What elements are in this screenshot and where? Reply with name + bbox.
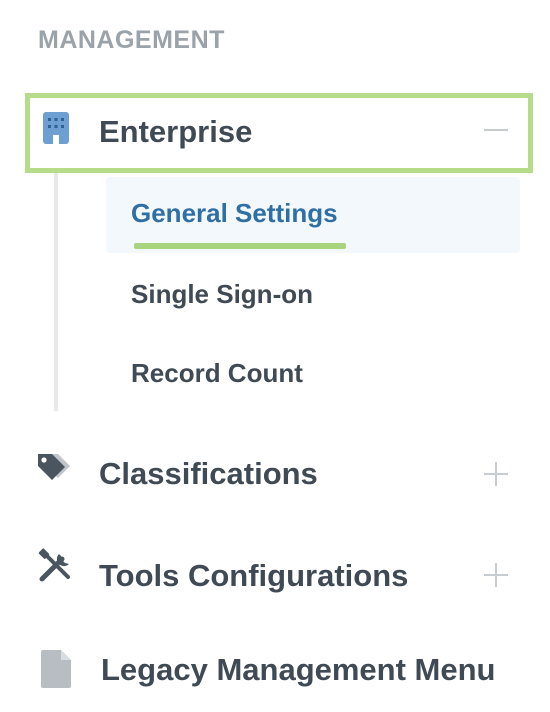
building-icon: [42, 111, 70, 150]
submenu-item-single-sign-on[interactable]: Single Sign-on: [131, 279, 313, 310]
sidebar-item-classifications[interactable]: Classifications: [0, 440, 550, 506]
subtree-guide-line: [54, 173, 58, 411]
expand-icon[interactable]: [482, 460, 510, 488]
section-header: MANAGEMENT: [38, 26, 225, 54]
sidebar-item-tools-configurations[interactable]: Tools Configurations: [0, 540, 550, 608]
sidebar-item-label: Tools Configurations: [99, 558, 409, 593]
tag-icon: [36, 452, 74, 489]
active-indicator-underline: [134, 243, 346, 249]
sidebar-item-legacy-management-menu[interactable]: Legacy Management Menu: [0, 640, 550, 706]
sidebar-item-label: Classifications: [99, 456, 318, 491]
document-icon: [40, 649, 72, 694]
submenu-item-record-count[interactable]: Record Count: [131, 358, 303, 389]
sidebar-item-label: Enterprise: [99, 114, 253, 149]
tools-icon: [37, 548, 75, 591]
sidebar-item-label: Legacy Management Menu: [101, 652, 496, 687]
collapse-icon[interactable]: [482, 116, 510, 144]
expand-icon[interactable]: [482, 561, 510, 589]
submenu-item-general-settings[interactable]: General Settings: [131, 198, 338, 229]
sidebar-item-enterprise[interactable]: Enterprise: [0, 93, 550, 169]
